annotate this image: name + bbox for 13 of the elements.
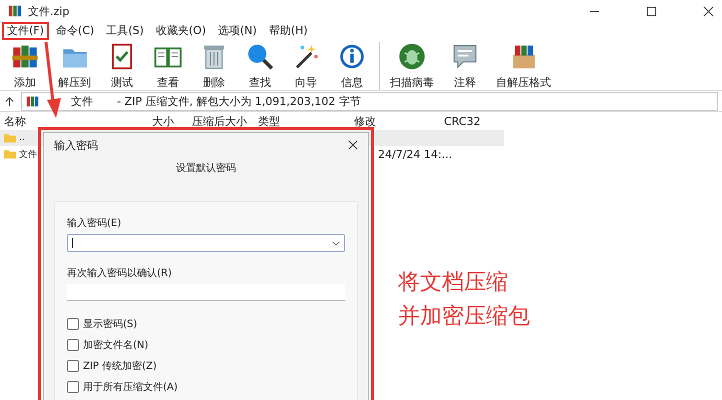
- field-label: 再次输入密码以确认(R): [67, 266, 173, 280]
- annotation-text: 并加密压缩包: [398, 303, 530, 331]
- checkbox-label: 用于所有压缩文件(A): [83, 380, 178, 394]
- dialog-subtitle: 设置默认密码: [176, 162, 236, 175]
- checkbox-label: 加密文件名(N): [83, 338, 148, 352]
- dialog-title: 输入密码: [54, 138, 98, 152]
- annotation-text: 将文档压缩: [398, 269, 509, 297]
- checkbox-label: ZIP 传统加密(Z): [83, 360, 157, 373]
- window-title: 文件.zip: [28, 4, 70, 18]
- checkbox-label: 显示密码(S): [83, 318, 138, 331]
- archive-description: - ZIP 压缩文件, 解包大小为 1,091,203,102 字节: [117, 94, 361, 108]
- field-label: 输入密码(E): [67, 216, 122, 230]
- archive-name: 文件: [71, 94, 93, 108]
